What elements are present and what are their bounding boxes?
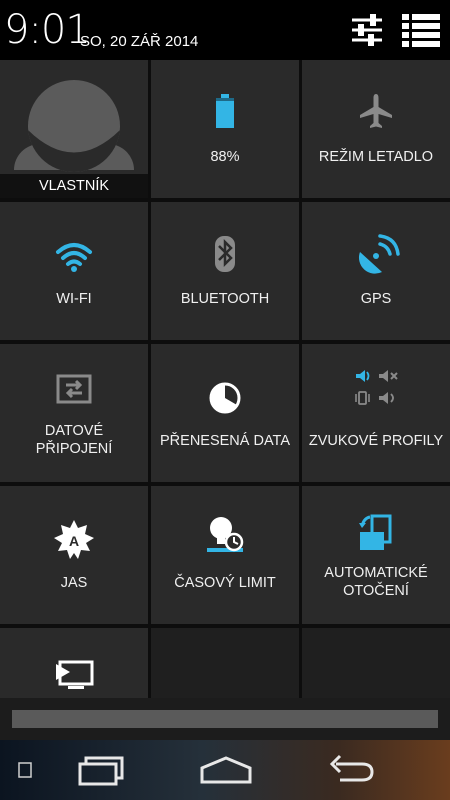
data-transfer-icon [50,368,98,416]
gps-icon [352,230,400,278]
mobile-data-label-line1: DATOVÉ [44,423,104,439]
navigation-bar [0,740,450,800]
auto-rotate-icon [352,510,400,558]
small-rectangle-icon [18,762,32,778]
airplane-icon [352,88,400,136]
svg-text:A: A [69,533,79,549]
screenshot-button[interactable] [14,752,38,788]
panel-drag-handle[interactable] [12,710,438,728]
quick-settings-screen: 9:01 SO, 20 ZÁŘ 2014 VLASTNÍK 88% REŽIM … [0,0,450,800]
tile-sound-profiles[interactable]: ZVUKOVÉ PROFILY [302,344,450,482]
tile-screen-timeout[interactable]: ČASOVÝ LIMIT [151,486,299,624]
wifi-icon [50,232,98,280]
tile-brightness[interactable]: A JAS [0,486,148,624]
recent-apps-button[interactable] [76,752,128,788]
sound-profiles-label: ZVUKOVÉ PROFILY [308,433,444,449]
tile-empty-middle [151,628,299,700]
screen-timeout-icon [201,510,249,558]
back-button[interactable] [326,752,376,788]
tile-airplane-mode[interactable]: REŽIM LETADLO [302,60,450,198]
bluetooth-label: BLUETOOTH [180,291,270,307]
tile-data-usage[interactable]: PŘENESENÁ DATA [151,344,299,482]
tile-cast-screen[interactable] [0,628,148,700]
data-usage-pie-icon [201,374,249,422]
quick-settings-header: 9:01 SO, 20 ZÁŘ 2014 [0,0,450,60]
mobile-data-label-line2: PŘIPOJENÍ [35,441,113,457]
brightness-auto-icon: A [50,516,98,564]
sound-profiles-icon [352,366,400,414]
tile-wifi[interactable]: WI-FI [0,202,148,340]
date: SO, 20 ZÁŘ 2014 [80,33,199,50]
airplane-label: REŽIM LETADLO [318,149,434,165]
data-usage-label: PŘENESENÁ DATA [160,433,290,449]
tile-empty-right [302,628,450,700]
tile-owner[interactable]: VLASTNÍK [0,60,148,198]
avatar-face-icon [28,130,120,172]
home-icon [200,756,252,784]
tile-auto-rotate[interactable]: AUTOMATICKÉ OTOČENÍ [302,486,450,624]
brightness-label: JAS [60,575,88,591]
auto-rotate-label: AUTOMATICKÉ OTOČENÍ [302,564,450,600]
gps-label: GPS [360,291,392,307]
auto-rotate-label-line2: OTOČENÍ [343,583,409,599]
owner-label: VLASTNÍK [0,174,148,198]
settings-sliders-icon [352,14,382,46]
back-arrow-icon [329,754,374,782]
settings-button[interactable] [344,8,390,52]
tile-bluetooth[interactable]: BLUETOOTH [151,202,299,340]
tile-battery[interactable]: 88% [151,60,299,198]
screen-timeout-label: ČASOVÝ LIMIT [174,575,276,591]
wifi-label: WI-FI [56,291,92,307]
notification-list-icon [402,14,440,47]
recent-apps-icon [78,756,124,786]
battery-icon [201,88,249,136]
home-button[interactable] [198,752,254,788]
quick-settings-grid: VLASTNÍK 88% REŽIM LETADLO WI-FI BLUETOO… [0,60,450,700]
clock: 9:01 [4,7,91,53]
tile-gps[interactable]: GPS [302,202,450,340]
tile-mobile-data[interactable]: DATOVÉ PŘIPOJENÍ [0,344,148,482]
battery-label: 88% [210,149,240,165]
mobile-data-label: DATOVÉ PŘIPOJENÍ [0,422,148,458]
auto-rotate-label-line1: AUTOMATICKÉ [324,565,428,581]
notifications-button[interactable] [398,8,444,52]
cast-screen-icon [50,652,98,700]
panel-handle-area [0,698,450,740]
avatar [28,80,120,172]
bluetooth-icon [201,232,249,280]
